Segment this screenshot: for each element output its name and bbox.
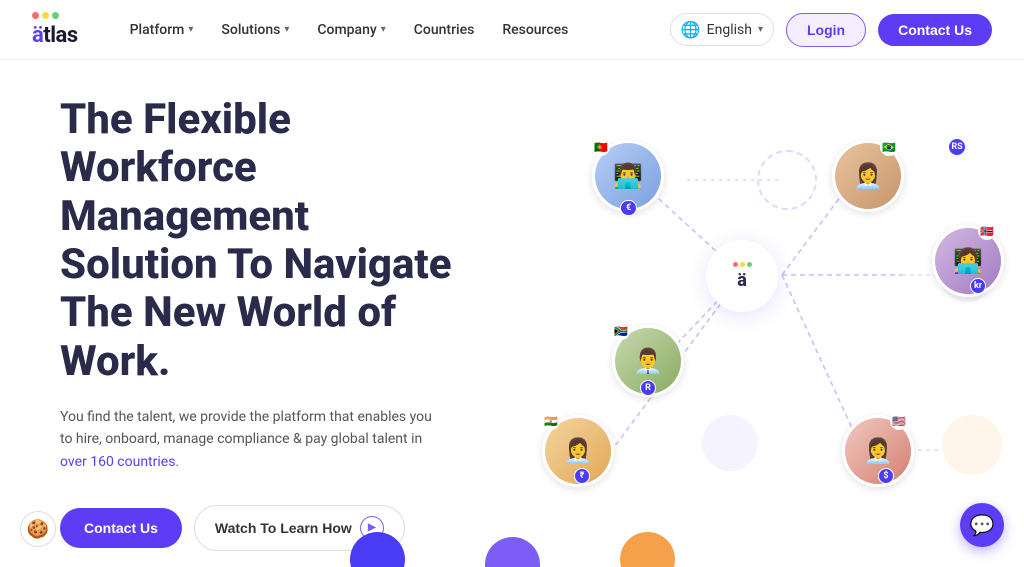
play-icon: ▶	[360, 516, 384, 540]
cookie-button[interactable]: 🍪	[20, 511, 56, 547]
logo-dots	[32, 12, 78, 19]
hero-title: The Flexible Workforce Management Soluti…	[60, 96, 472, 386]
hero-watch-button[interactable]: Watch To Learn How ▶	[194, 505, 405, 551]
nav-links: Platform ▾ Solutions ▾ Company ▾ Countri…	[118, 16, 670, 44]
hero-section: The Flexible Workforce Management Soluti…	[0, 60, 1024, 567]
chevron-down-icon: ▾	[758, 24, 763, 35]
nav-item-resources[interactable]: Resources	[490, 16, 580, 44]
cookie-icon: 🍪	[27, 519, 49, 540]
flag-badge-br: 🇧🇷	[880, 138, 898, 156]
center-logo-letter: ä	[737, 270, 747, 291]
center-dot-yellow	[740, 262, 745, 267]
logo[interactable]: ätlas	[32, 12, 78, 48]
center-logo-node: ä	[706, 240, 778, 312]
currency-badge-dollar: $	[878, 468, 894, 484]
flag-badge-pt: 🇵🇹	[592, 138, 610, 156]
chat-icon: 💬	[970, 513, 995, 537]
countries-link[interactable]: over 160 countries.	[60, 454, 179, 470]
hero-buttons: Contact Us Watch To Learn How ▶	[60, 505, 472, 551]
chat-button[interactable]: 💬	[960, 503, 1004, 547]
flag-badge-za: 🇿🇦	[612, 322, 630, 340]
chevron-down-icon: ▾	[188, 24, 193, 35]
logo-dot-red	[32, 12, 39, 19]
nav-item-company[interactable]: Company ▾	[305, 16, 397, 44]
currency-badge-kr: kr	[970, 278, 986, 294]
nav-item-solutions[interactable]: Solutions ▾	[209, 16, 301, 44]
logo-dot-green	[52, 12, 59, 19]
chevron-down-icon: ▾	[381, 24, 386, 35]
connector-lines	[512, 60, 1024, 567]
language-selector[interactable]: 🌐 English ▾	[670, 13, 774, 46]
center-dot-green	[747, 262, 752, 267]
ghost-circle-4	[942, 415, 1002, 475]
currency-badge-r: R	[640, 380, 656, 396]
hero-contact-button[interactable]: Contact Us	[60, 508, 182, 548]
nav-item-platform[interactable]: Platform ▾	[118, 16, 206, 44]
ghost-circle-3	[702, 415, 758, 471]
chevron-down-icon: ▾	[284, 24, 289, 35]
flag-badge-us: 🇺🇸	[890, 412, 908, 430]
globe-icon: 🌐	[681, 20, 701, 39]
login-button[interactable]: Login	[786, 13, 866, 47]
center-logo-dots	[733, 262, 752, 267]
ghost-circle-1	[757, 150, 817, 210]
hero-left: The Flexible Workforce Management Soluti…	[0, 60, 512, 567]
hero-right: ä 👨‍💻 🇵🇹 € 👩‍💼 🇧🇷 RS 👩‍💻 🇳🇴 kr 👨‍💼 🇿🇦 R	[512, 60, 1024, 567]
nav-right: 🌐 English ▾ Login Contact Us	[670, 13, 992, 47]
logo-text: ätlas	[32, 23, 78, 48]
contact-button[interactable]: Contact Us	[878, 14, 992, 46]
logo-dot-yellow	[42, 12, 49, 19]
currency-badge-eur: €	[620, 200, 637, 216]
flag-badge-no: 🇳🇴	[978, 222, 996, 240]
hero-subtitle: You find the talent, we provide the plat…	[60, 406, 440, 473]
nav-item-countries[interactable]: Countries	[402, 16, 487, 44]
flag-badge-in: 🇮🇳	[542, 412, 560, 430]
currency-badge-rs: RS	[948, 138, 966, 156]
navigation: ätlas Platform ▾ Solutions ▾ Company ▾ C…	[0, 0, 1024, 60]
currency-badge-rupee: ₹	[574, 468, 590, 484]
center-dot-red	[733, 262, 738, 267]
